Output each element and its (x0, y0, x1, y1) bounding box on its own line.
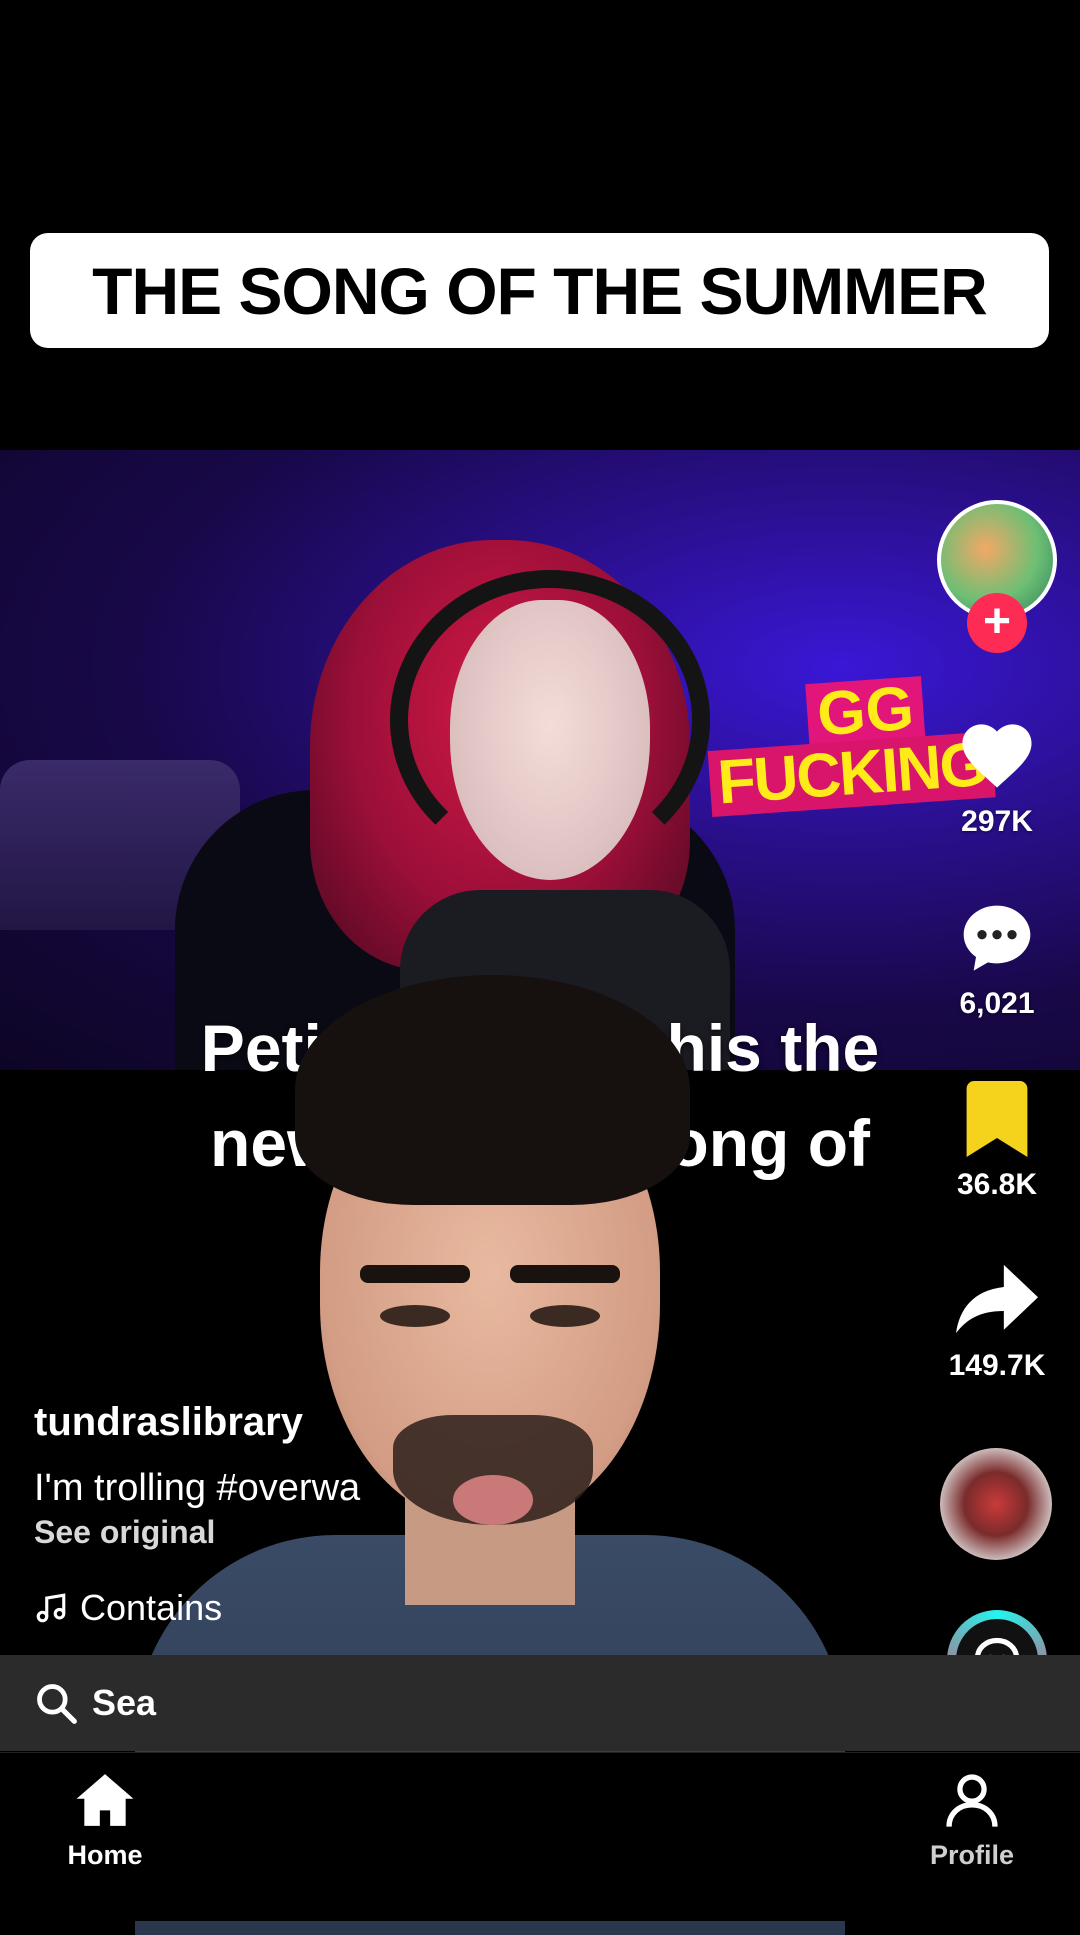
creator-left-brow (360, 1265, 470, 1283)
title-banner-text: THE SONG OF THE SUMMER (92, 253, 988, 328)
comment-icon (963, 905, 1031, 971)
music-info[interactable]: Contains (34, 1587, 222, 1629)
search-label: Sea (92, 1682, 157, 1723)
creator-hair (295, 975, 690, 1205)
heart-icon (962, 724, 1032, 788)
follow-button[interactable]: + (967, 593, 1027, 653)
share-arrow-icon (956, 1264, 1038, 1334)
headset (390, 570, 710, 870)
creator-right-brow (510, 1265, 620, 1283)
music-label: Contains (80, 1587, 223, 1628)
profile-icon (946, 1774, 998, 1827)
bookmark-icon (966, 1081, 1028, 1157)
post-username[interactable]: tundraslibrary (34, 1400, 303, 1445)
save-count: 36.8K (956, 1168, 1038, 1201)
music-note-icon (36, 1593, 66, 1623)
like-button[interactable] (953, 708, 1041, 796)
bottom-nav: Home Profile (0, 1752, 1080, 1921)
nav-profile-label: Profile (929, 1840, 1015, 1870)
save-button[interactable] (953, 1075, 1041, 1163)
nav-home[interactable]: Home (35, 1771, 175, 1871)
search-icon (37, 1684, 77, 1724)
nav-profile[interactable]: Profile (902, 1771, 1042, 1871)
music-disc[interactable] (940, 1448, 1052, 1560)
share-button[interactable] (953, 1255, 1041, 1343)
home-icon (76, 1774, 134, 1826)
creator-right-eye (530, 1305, 600, 1327)
nav-home-label: Home (67, 1840, 143, 1870)
like-count: 297K (961, 805, 1033, 838)
creator-left-eye (380, 1305, 450, 1327)
title-banner: THE SONG OF THE SUMMER (30, 233, 1049, 348)
creator-lips (453, 1475, 533, 1525)
comment-button[interactable] (953, 895, 1041, 983)
share-count: 149.7K (948, 1349, 1046, 1382)
search-bar[interactable]: Sea (0, 1655, 1080, 1751)
comment-count: 6,021 (959, 987, 1035, 1020)
see-original-link[interactable]: See original (34, 1514, 215, 1551)
post-description: I'm trolling #overwa (34, 1467, 361, 1509)
